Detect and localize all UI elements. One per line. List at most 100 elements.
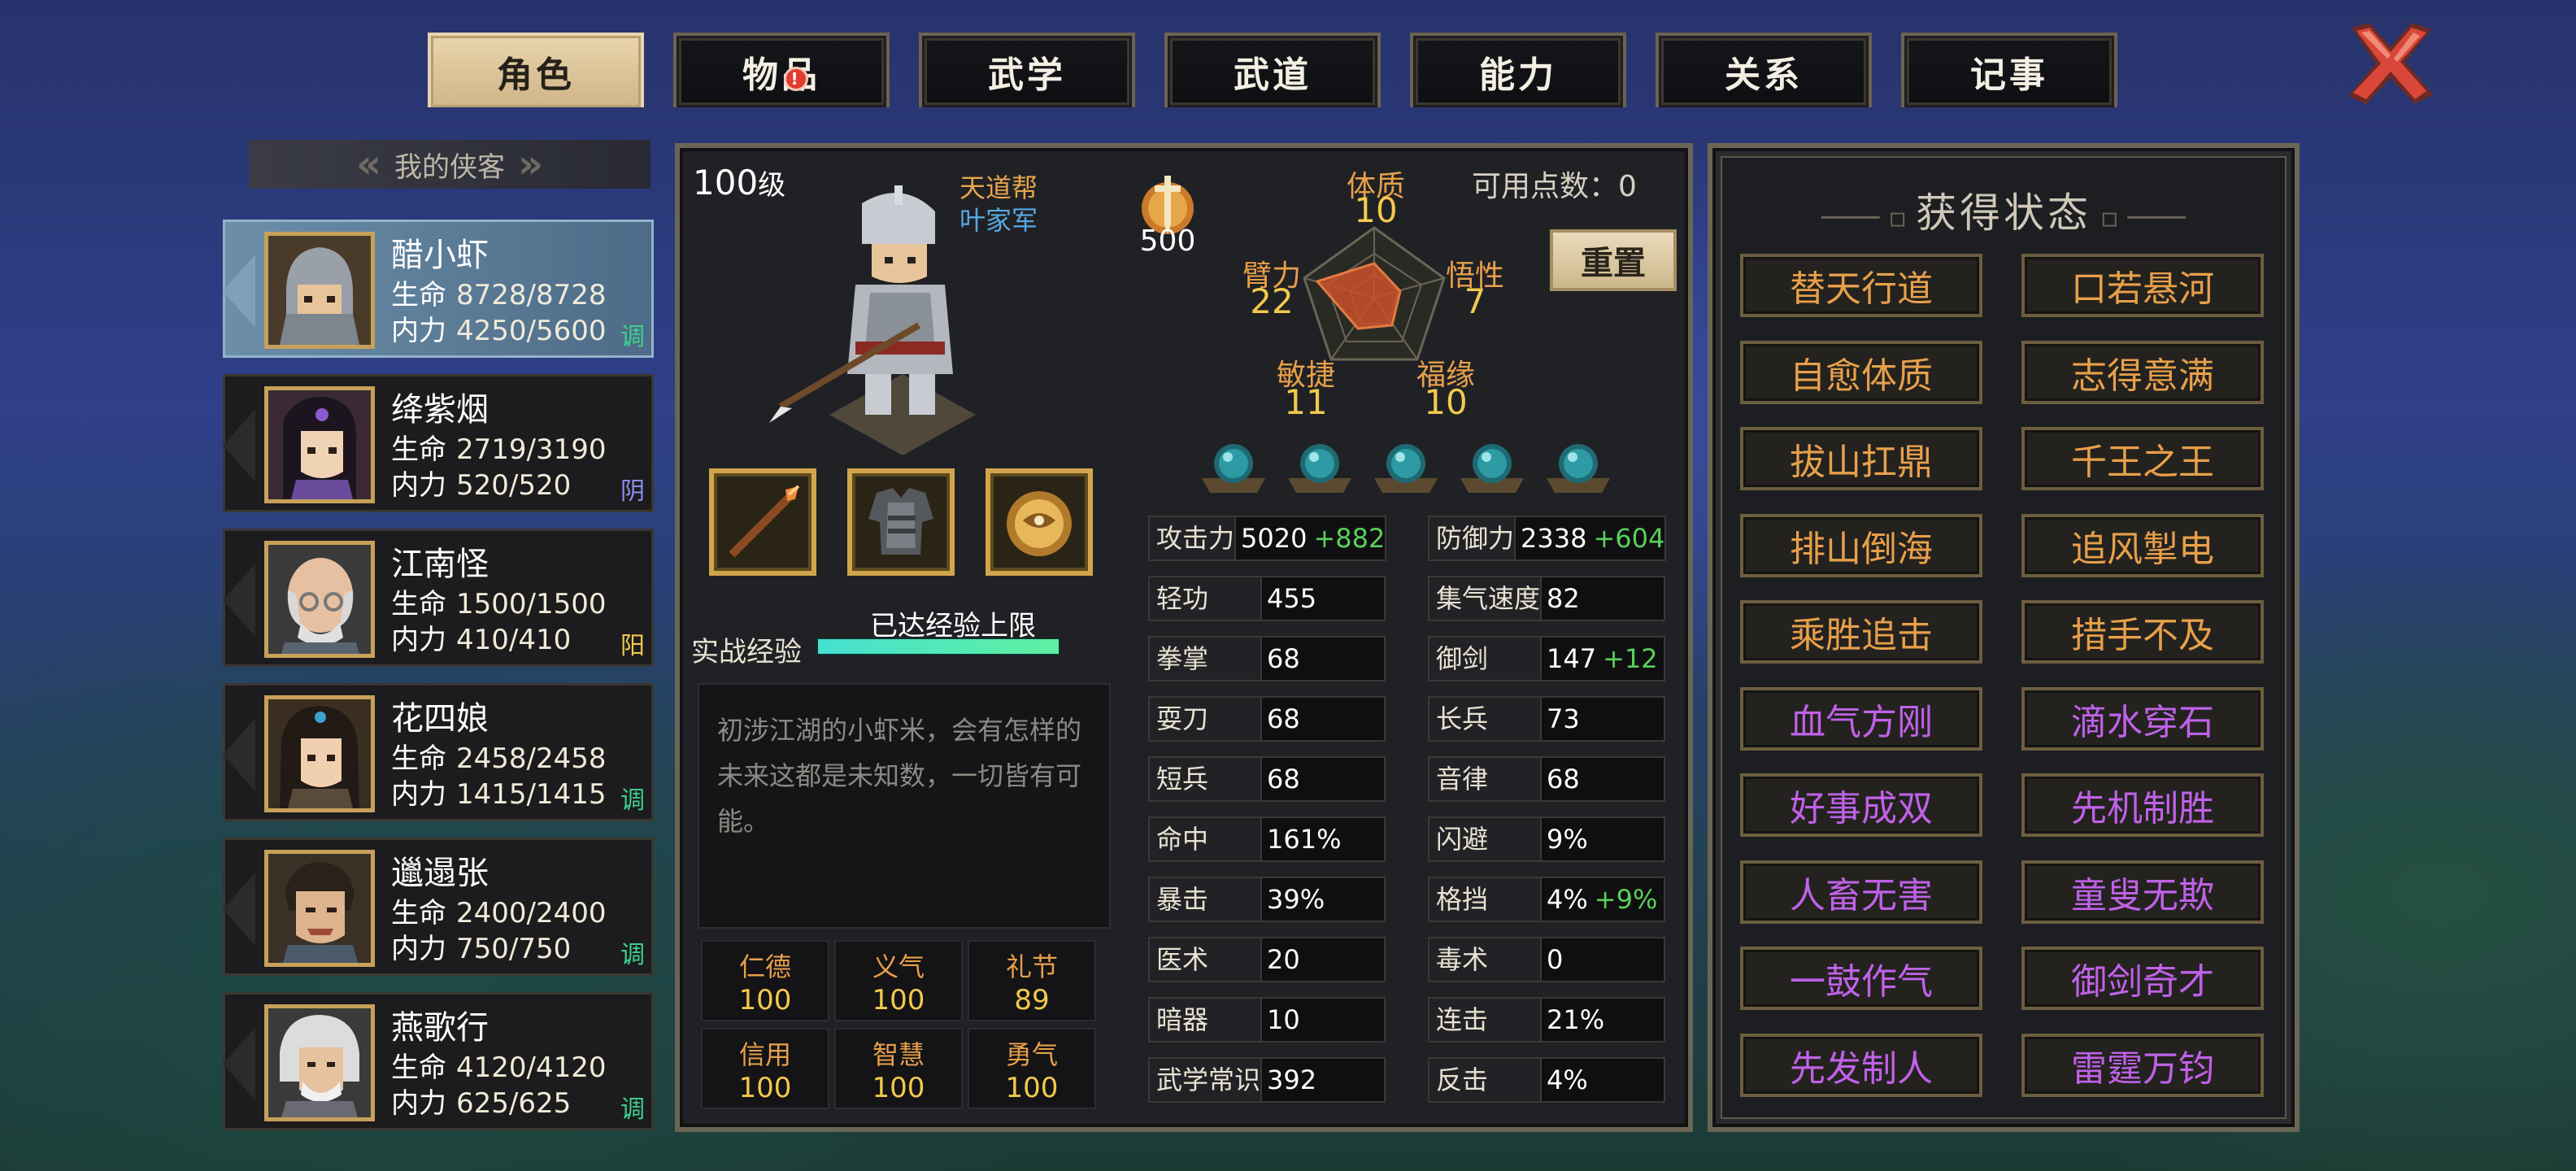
- armor-slot[interactable]: [847, 468, 955, 576]
- hp-value: 8728/8728: [456, 279, 607, 311]
- virtue-label: 智慧: [872, 1039, 925, 1070]
- character-card[interactable]: 花四娘 生命 2458/2458 内力 1415/1415 调: [223, 683, 654, 821]
- status-effect-button[interactable]: 先发制人: [1740, 1034, 1982, 1097]
- status-effect-button[interactable]: 替天行道: [1740, 254, 1982, 317]
- stat-value-cell: 9%: [1542, 816, 1665, 862]
- subfaction-name: 叶家军: [959, 205, 1038, 236]
- tab-martial-arts[interactable]: 武学: [919, 33, 1135, 107]
- status-effect-button[interactable]: 一鼓作气: [1740, 947, 1982, 1010]
- virtue-value: 100: [872, 1072, 925, 1104]
- status-effect-button[interactable]: 千王之王: [2021, 427, 2264, 490]
- reset-button[interactable]: 重置: [1550, 229, 1677, 291]
- divider-ornament-icon: ▫╶───: [2091, 202, 2186, 234]
- virtue-label: 仁德: [738, 951, 791, 982]
- status-effect-button[interactable]: 御剑奇才: [2021, 947, 2264, 1010]
- attr-tizhi-value: 10: [1354, 190, 1398, 230]
- stat-value-cell: 68: [1262, 756, 1386, 802]
- character-card[interactable]: 醋小虾 生命 8728/8728 内力 4250/5600 调: [223, 220, 654, 358]
- status-effect-button[interactable]: 滴水穿石: [2021, 687, 2264, 751]
- avatar: [264, 695, 375, 812]
- stat-value-cell: 39%: [1262, 877, 1386, 922]
- status-effect-button[interactable]: 乘胜追击: [1740, 600, 1982, 664]
- gem-slot-icon[interactable]: [1456, 434, 1529, 499]
- status-effect-button[interactable]: 拔山扛鼎: [1740, 427, 1982, 490]
- character-card[interactable]: 邋遢张 生命 2400/2400 内力 750/750 调: [223, 838, 654, 976]
- stat-row: 反击 4%: [1428, 1057, 1665, 1103]
- tab-character[interactable]: 角色: [428, 33, 644, 107]
- hp-value: 4120/4120: [456, 1051, 607, 1084]
- virtue-label: 义气: [872, 951, 925, 982]
- attribute-radar-icon: [1301, 224, 1447, 363]
- status-effect-button[interactable]: 排山倒海: [1740, 514, 1982, 577]
- stat-label: 防御力: [1428, 516, 1516, 561]
- available-points: 可用点数：0: [1472, 170, 1637, 203]
- status-effect-button[interactable]: 志得意满: [2021, 341, 2264, 404]
- stat-label: 格挡: [1428, 877, 1542, 922]
- chevron-right-icon[interactable]: »: [518, 141, 543, 187]
- hp-line: 生命 2458/2458: [391, 736, 607, 776]
- status-effect-button[interactable]: 追风掣电: [2021, 514, 2264, 577]
- tab-relations[interactable]: 关系: [1656, 33, 1872, 107]
- status-effect-button[interactable]: 口若悬河: [2021, 254, 2264, 317]
- status-effect-button[interactable]: 童叟无欺: [2021, 860, 2264, 924]
- virtue-value: 100: [738, 984, 792, 1016]
- stat-row: 医术 20: [1148, 937, 1386, 982]
- stat-label: 暗器: [1148, 997, 1262, 1043]
- stat-label: 命中: [1148, 816, 1262, 862]
- gem-slot-icon[interactable]: [1283, 434, 1356, 499]
- weapon-slot[interactable]: [709, 468, 816, 576]
- stat-row: 御剑 147 +12: [1428, 636, 1665, 681]
- stat-value-cell: 392: [1262, 1057, 1386, 1103]
- close-icon[interactable]: [2342, 20, 2439, 109]
- character-description: 初涉江湖的小虾米，会有怎样的未来这都是未知数，一切皆有可能。: [698, 683, 1111, 929]
- tab-items[interactable]: 物品!: [673, 33, 890, 107]
- character-card[interactable]: 燕歌行 生命 4120/4120 内力 625/625 调: [223, 992, 654, 1130]
- roster-header[interactable]: « 我的侠客 »: [249, 140, 651, 189]
- mp-label: 内力: [391, 315, 446, 347]
- character-name: 江南怪: [391, 546, 489, 583]
- status-effect-button[interactable]: 措手不及: [2021, 600, 2264, 664]
- stat-bonus: +604: [1593, 523, 1665, 554]
- status-effect-button[interactable]: 人畜无害: [1740, 860, 1982, 924]
- tab-journal[interactable]: 记事: [1901, 33, 2117, 107]
- stat-label: 暴击: [1148, 877, 1262, 922]
- tab-label: 角色: [497, 54, 575, 96]
- status-effect-button[interactable]: 好事成双: [1740, 773, 1982, 837]
- stat-value-cell: 68: [1262, 636, 1386, 681]
- stat-row: 轻功 455: [1148, 576, 1386, 621]
- hp-line: 生命 1500/1500: [391, 581, 607, 621]
- internal-type-tag: 调: [620, 786, 645, 815]
- stat-row: 格挡 4% +9%: [1428, 877, 1665, 922]
- stat-value: 68: [1547, 764, 1580, 794]
- exp-progress-fill: [818, 639, 1059, 654]
- gem-slot-icon[interactable]: [1542, 434, 1615, 499]
- character-card[interactable]: 江南怪 生命 1500/1500 内力 410/410 阳: [223, 529, 654, 667]
- stat-value-cell: 2338 +604: [1516, 516, 1667, 561]
- stat-value: 39%: [1267, 884, 1325, 915]
- attr-wuxing-value: 7: [1464, 281, 1486, 321]
- stat-value-cell: 68: [1262, 696, 1386, 742]
- stat-label: 长兵: [1428, 696, 1542, 742]
- stat-value-cell: 10: [1262, 997, 1386, 1043]
- avatar: [264, 386, 375, 503]
- gem-slot-icon[interactable]: [1369, 434, 1442, 499]
- stat-row: 闪避 9%: [1428, 816, 1665, 862]
- character-card[interactable]: 绛紫烟 生命 2719/3190 内力 520/520 阴: [223, 374, 654, 512]
- status-effect-button[interactable]: 雷霆万钧: [2021, 1034, 2264, 1097]
- tab-abilities[interactable]: 能力: [1410, 33, 1626, 107]
- tab-martial-way[interactable]: 武道: [1164, 33, 1381, 107]
- stat-row: 耍刀 68: [1148, 696, 1386, 742]
- character-name: 花四娘: [391, 700, 489, 738]
- status-effect-button[interactable]: 先机制胜: [2021, 773, 2264, 837]
- internal-type-tag: 调: [620, 323, 645, 351]
- gem-slot-icon[interactable]: [1197, 434, 1270, 499]
- exp-label: 实战经验: [691, 636, 802, 668]
- character-name: 燕歌行: [391, 1009, 489, 1047]
- status-effect-button[interactable]: 血气方刚: [1740, 687, 1982, 751]
- status-effect-button[interactable]: 自愈体质: [1740, 341, 1982, 404]
- character-name: 醋小虾: [391, 237, 489, 274]
- stat-row: 音律 68: [1428, 756, 1665, 802]
- accessory-slot[interactable]: [986, 468, 1093, 576]
- chevron-left-icon[interactable]: «: [356, 141, 381, 187]
- stat-value: 392: [1267, 1064, 1317, 1095]
